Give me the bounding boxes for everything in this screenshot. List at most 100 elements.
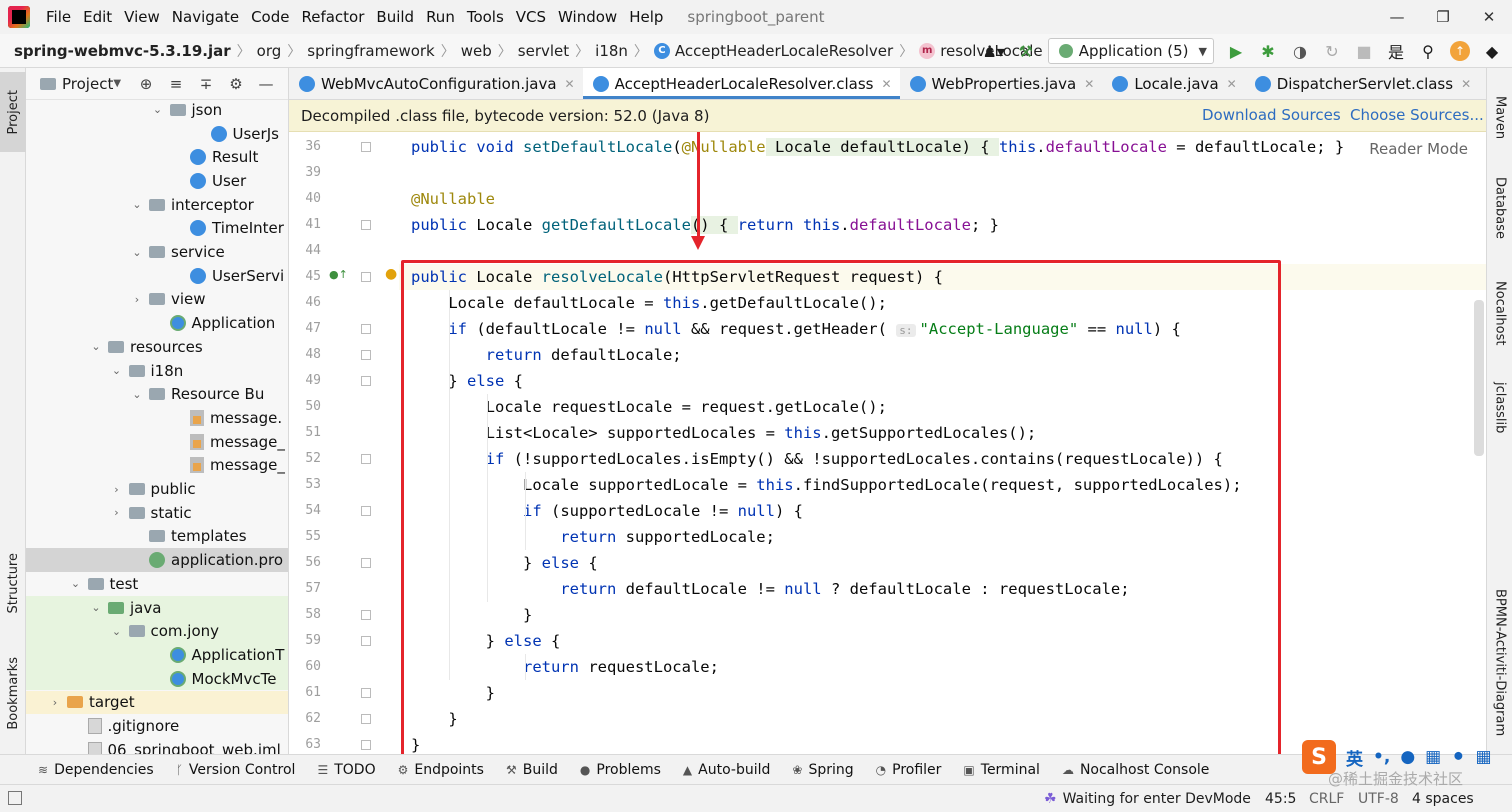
tree-item[interactable]: ⌄ interceptor — [26, 193, 288, 217]
fold-marker-icon[interactable] — [361, 454, 371, 464]
fold-marker-icon[interactable] — [361, 610, 371, 620]
user-icon[interactable]: ♟▾ — [980, 37, 1008, 65]
breadcrumb-item[interactable]: springframework — [307, 42, 434, 60]
download-sources-link[interactable]: Download Sources — [1202, 106, 1341, 124]
ime-punctuation[interactable]: •, — [1373, 747, 1390, 767]
fold-marker-icon[interactable] — [361, 740, 371, 750]
file-encoding[interactable]: UTF-8 — [1358, 791, 1399, 807]
tree-item[interactable]: .gitignore — [26, 714, 288, 738]
tree-item[interactable]: › public — [26, 477, 288, 501]
breadcrumb-item[interactable]: C AcceptHeaderLocaleResolver — [653, 42, 893, 60]
stop-icon[interactable]: ■ — [1350, 37, 1378, 65]
fold-marker-icon[interactable] — [361, 324, 371, 334]
translate-icon[interactable]: 是 — [1382, 37, 1410, 65]
caret-position[interactable]: 45:5 — [1265, 791, 1296, 807]
editor-tab[interactable]: WebMvcAutoConfiguration.java ✕ — [289, 68, 583, 99]
bookmarks-tool-tab[interactable]: Bookmarks — [0, 648, 26, 738]
tree-item[interactable]: Application — [26, 311, 288, 335]
line-separator[interactable]: CRLF — [1309, 791, 1344, 807]
breadcrumb-item[interactable]: org — [257, 42, 282, 60]
tree-item[interactable]: › static — [26, 501, 288, 525]
menu-item-edit[interactable]: Edit — [77, 0, 118, 34]
breadcrumb-item[interactable]: i18n — [595, 42, 628, 60]
tree-item[interactable]: application.pro — [26, 548, 288, 572]
breadcrumb-item[interactable]: web — [461, 42, 492, 60]
reader-mode-button[interactable]: Reader Mode — [1369, 140, 1468, 158]
ime-language[interactable]: 英 — [1346, 745, 1363, 770]
tree-item[interactable]: UserServi — [26, 264, 288, 288]
gear-icon[interactable]: ⚙ — [221, 75, 251, 93]
fold-marker-icon[interactable] — [361, 272, 371, 282]
fold-marker-icon[interactable] — [361, 714, 371, 724]
fold-marker-icon[interactable] — [361, 376, 371, 386]
jetbrains-icon[interactable]: ◆ — [1478, 37, 1506, 65]
microphone-icon[interactable]: ● — [1400, 747, 1415, 767]
tool-window-endpoints[interactable]: ⚙ Endpoints — [398, 762, 484, 778]
menu-item-view[interactable]: View — [118, 0, 166, 34]
editor-tab[interactable]: AcceptHeaderLocaleResolver.class ✕ — [582, 68, 900, 99]
hide-icon[interactable]: — — [251, 75, 281, 93]
tree-item[interactable]: ⌄ service — [26, 240, 288, 264]
project-view-select[interactable]: Project — [62, 75, 113, 93]
update-icon[interactable]: ↑ — [1446, 37, 1474, 65]
tree-item[interactable]: message. — [26, 406, 288, 430]
tool-window-auto-build[interactable]: ▲ Auto-build — [683, 762, 770, 778]
menu-item-code[interactable]: Code — [245, 0, 295, 34]
database-tool-tab[interactable]: Database — [1487, 168, 1512, 248]
fold-marker-icon[interactable] — [361, 636, 371, 646]
tool-window-version-control[interactable]: ᚴ Version Control — [176, 762, 296, 778]
tree-item[interactable]: ⌄ json — [26, 98, 288, 122]
menu-item-vcs[interactable]: VCS — [510, 0, 552, 34]
tree-item[interactable]: ⌄ java — [26, 595, 288, 620]
profile-icon[interactable]: ↻ — [1318, 37, 1346, 65]
tree-item[interactable]: Result — [26, 145, 288, 169]
ime-menu-icon[interactable]: ▦ — [1475, 747, 1491, 767]
tree-item[interactable]: 06_springboot_web.iml — [26, 738, 288, 754]
chevron-icon[interactable]: ⌄ — [68, 577, 84, 590]
chevron-icon[interactable]: ⌄ — [129, 198, 145, 211]
editor-tab[interactable]: DispatcherServlet.class ✕ — [1245, 68, 1479, 99]
fold-marker-icon[interactable] — [361, 688, 371, 698]
breadcrumb-item[interactable]: servlet — [518, 42, 569, 60]
menu-item-refactor[interactable]: Refactor — [295, 0, 370, 34]
editor-tab[interactable]: Locale.java ✕ — [1102, 68, 1244, 99]
fold-marker-icon[interactable] — [361, 220, 371, 230]
lightbulb-icon[interactable]: ● — [385, 266, 397, 282]
breadcrumb-item[interactable]: spring-webmvc-5.3.19.jar — [14, 42, 231, 60]
jclasslib-tool-tab[interactable]: jclasslib — [1487, 368, 1512, 448]
fold-marker-icon[interactable] — [361, 142, 371, 152]
toggle-tool-windows-icon[interactable] — [8, 791, 22, 805]
tree-item[interactable]: › view — [26, 288, 288, 312]
overrides-icon[interactable]: ●↑ — [329, 268, 348, 281]
tool-window-dependencies[interactable]: ≋ Dependencies — [38, 762, 154, 778]
chevron-icon[interactable]: › — [109, 506, 125, 519]
menu-item-run[interactable]: Run — [420, 0, 461, 34]
choose-sources-link[interactable]: Choose Sources... — [1350, 106, 1484, 124]
tool-window-terminal[interactable]: ▣ Terminal — [963, 762, 1040, 778]
bpmn-tool-tab[interactable]: BPMN-Activiti-Diagram — [1487, 578, 1512, 748]
maximize-button[interactable]: ❐ — [1420, 0, 1466, 34]
maven-tool-tab[interactable]: Maven — [1487, 88, 1512, 148]
tool-window-build[interactable]: ⚒ Build — [506, 762, 558, 778]
run-configuration-select[interactable]: Application (5) ▼ — [1047, 38, 1214, 64]
chevron-icon[interactable]: ⌄ — [109, 364, 125, 377]
tree-item[interactable]: › target — [26, 690, 288, 715]
tree-item[interactable]: ⌄ resources — [26, 335, 288, 359]
fold-marker-icon[interactable] — [361, 350, 371, 360]
locate-icon[interactable]: ⊕ — [131, 75, 161, 93]
menu-item-navigate[interactable]: Navigate — [166, 0, 245, 34]
structure-tool-tab[interactable]: Structure — [0, 538, 26, 628]
skin-icon[interactable]: ⚫ — [1451, 747, 1465, 767]
chevron-icon[interactable]: ⌄ — [129, 246, 145, 259]
tree-item[interactable]: message_ — [26, 454, 288, 478]
coverage-icon[interactable]: ◑ — [1286, 37, 1314, 65]
chevron-icon[interactable]: ⌄ — [109, 625, 125, 638]
close-button[interactable]: ✕ — [1466, 0, 1512, 34]
menu-item-help[interactable]: Help — [623, 0, 669, 34]
tree-item[interactable]: MockMvcTe — [26, 666, 288, 691]
tool-window-problems[interactable]: ● Problems — [580, 762, 661, 778]
keyboard-icon[interactable]: ▦ — [1425, 747, 1441, 767]
close-icon[interactable]: ✕ — [1084, 77, 1094, 91]
tree-item[interactable]: ApplicationT — [26, 643, 288, 667]
editor-scrollbar[interactable] — [1474, 300, 1484, 456]
